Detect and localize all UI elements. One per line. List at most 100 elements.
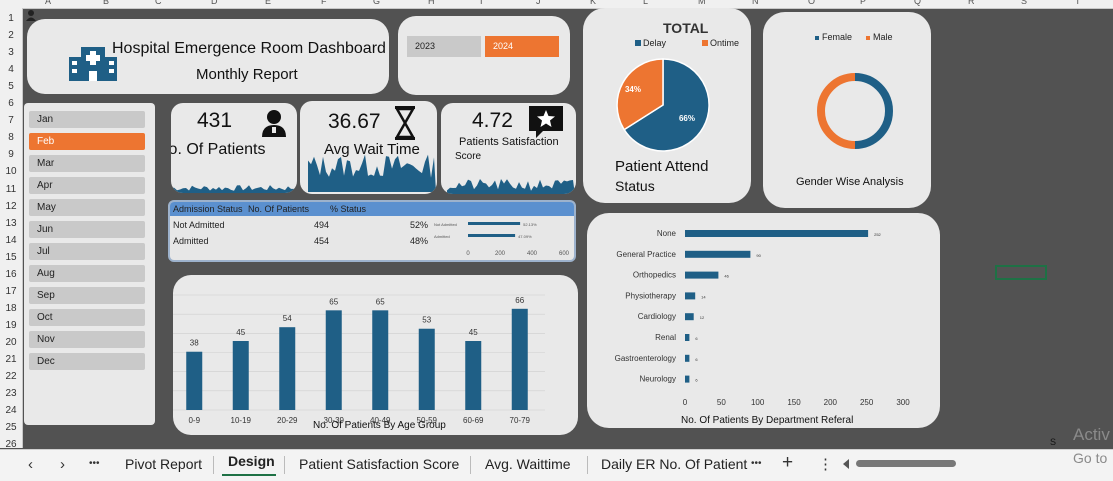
column-header-c[interactable]: C — [155, 0, 162, 6]
row-header-2[interactable]: 2 — [0, 30, 22, 41]
department-category-label: Neurology — [640, 375, 676, 384]
month-button-jun[interactable]: Jun — [29, 221, 145, 238]
chevron-right-icon[interactable]: › — [60, 456, 65, 473]
tab-design[interactable]: Design — [228, 453, 275, 469]
admission-header-patients: No. Of Patients — [248, 204, 310, 214]
row-header-3[interactable]: 3 — [0, 47, 22, 58]
column-header-o[interactable]: O — [808, 0, 815, 6]
column-header-i[interactable]: I — [480, 0, 483, 6]
add-sheet-icon[interactable]: + — [782, 452, 793, 474]
month-button-mar[interactable]: Mar — [29, 155, 145, 172]
select-all-corner[interactable] — [24, 8, 38, 22]
row-header-6[interactable]: 6 — [0, 98, 22, 109]
tab-avg-waittime[interactable]: Avg. Waittime — [485, 456, 571, 472]
admission-bar — [468, 234, 516, 237]
column-header-q[interactable]: Q — [914, 0, 921, 6]
row-header-5[interactable]: 5 — [0, 81, 22, 92]
month-button-sep[interactable]: Sep — [29, 287, 145, 304]
year-2023-button[interactable]: 2023 — [407, 36, 481, 57]
month-button-apr[interactable]: Apr — [29, 177, 145, 194]
row-header-10[interactable]: 10 — [0, 166, 22, 177]
month-button-nov[interactable]: Nov — [29, 331, 145, 348]
legend-ontime: Ontime — [702, 38, 739, 48]
column-header-k[interactable]: K — [590, 0, 596, 6]
row-header-7[interactable]: 7 — [0, 115, 22, 126]
admission-row-patients: 454 — [314, 236, 330, 246]
month-button-feb[interactable]: Feb — [29, 133, 145, 150]
sheet-tab-bar: ‹ › ••• Pivot Report Design Patient Sati… — [0, 449, 1113, 481]
row-header-13[interactable]: 13 — [0, 218, 22, 229]
column-header-s[interactable]: S — [1021, 0, 1027, 6]
column-header-a[interactable]: A — [45, 0, 51, 6]
tab-patient-satisfaction[interactable]: Patient Satisfaction Score — [299, 456, 459, 472]
month-button-dec[interactable]: Dec — [29, 353, 145, 370]
department-card: None 252 General Practice 90 Orthopedics 46 Ph… — [587, 213, 940, 428]
row-header-19[interactable]: 19 — [0, 320, 22, 331]
selected-cell[interactable] — [995, 265, 1047, 280]
row-header-12[interactable]: 12 — [0, 201, 22, 212]
row-header-17[interactable]: 17 — [0, 286, 22, 297]
row-header-11[interactable]: 11 — [0, 184, 22, 195]
department-bar — [685, 271, 719, 279]
admission-row-status: Admitted — [173, 236, 209, 246]
column-header-e[interactable]: E — [265, 0, 271, 6]
dashboard-subtitle: Monthly Report — [196, 66, 298, 83]
column-header-f[interactable]: F — [321, 0, 327, 6]
row-header-18[interactable]: 18 — [0, 303, 22, 314]
column-header-d[interactable]: D — [211, 0, 218, 6]
row-header-23[interactable]: 23 — [0, 388, 22, 399]
age-bar-label: 45 — [469, 328, 478, 337]
donut-segment-female — [854, 73, 893, 149]
row-header-14[interactable]: 14 — [0, 235, 22, 246]
chevron-left-icon[interactable]: ‹ — [28, 456, 33, 473]
tab-divider — [587, 456, 588, 474]
tabs-overflow-right-icon[interactable]: ••• — [751, 458, 762, 469]
column-header-g[interactable]: G — [373, 0, 380, 6]
column-header-bar: A B C D E F G H I J K L M N O P Q R S T — [0, 0, 1113, 9]
row-header-22[interactable]: 22 — [0, 371, 22, 382]
column-header-m[interactable]: M — [698, 0, 706, 6]
month-button-jan[interactable]: Jan — [29, 111, 145, 128]
column-header-h[interactable]: H — [428, 0, 435, 6]
horizontal-scrollbar[interactable] — [856, 460, 956, 467]
row-header-bar: 1 2 3 4 5 6 7 8 9 10 11 12 13 14 15 16 17 18 19 20 21 22 23 24 2… — [0, 8, 23, 450]
column-header-p[interactable]: P — [860, 0, 866, 6]
column-header-b[interactable]: B — [103, 0, 109, 6]
sheet-menu-icon[interactable]: ⋮ — [818, 455, 833, 473]
column-header-j[interactable]: J — [536, 0, 541, 6]
column-header-t[interactable]: T — [1075, 0, 1081, 6]
admission-row-patients: 494 — [314, 220, 330, 230]
kpi-satisfaction-label-score: Score — [455, 151, 482, 162]
admission-bar-category: Admitted — [434, 234, 450, 239]
month-button-may[interactable]: May — [29, 199, 145, 216]
tab-divider — [213, 456, 214, 474]
month-button-oct[interactable]: Oct — [29, 309, 145, 326]
department-chart: None 252 General Practice 90 Orthopedics 46 Ph… — [615, 229, 911, 407]
column-header-l[interactable]: L — [643, 0, 648, 6]
row-header-1[interactable]: 1 — [0, 13, 22, 24]
kpi-satisfaction-label: Patients Satisfaction — [459, 136, 559, 148]
column-header-r[interactable]: R — [968, 0, 975, 6]
row-header-20[interactable]: 20 — [0, 337, 22, 348]
row-header-4[interactable]: 4 — [0, 64, 22, 75]
scroll-left-icon[interactable] — [843, 459, 849, 469]
age-bar — [232, 341, 249, 410]
row-header-9[interactable]: 9 — [0, 149, 22, 160]
row-header-8[interactable]: 8 — [0, 132, 22, 143]
year-2024-button[interactable]: 2024 — [485, 36, 559, 57]
tabs-overflow-left-icon[interactable]: ••• — [89, 458, 100, 469]
month-button-aug[interactable]: Aug — [29, 265, 145, 282]
row-header-16[interactable]: 16 — [0, 269, 22, 280]
row-header-15[interactable]: 15 — [0, 252, 22, 263]
column-header-n[interactable]: N — [752, 0, 759, 6]
row-header-24[interactable]: 24 — [0, 405, 22, 416]
kpi-satisfaction-value: 4.72 — [472, 109, 513, 132]
tab-daily-er[interactable]: Daily ER No. Of Patient — [601, 456, 747, 472]
department-category-label: None — [657, 229, 677, 238]
row-header-25[interactable]: 25 — [0, 422, 22, 433]
row-header-21[interactable]: 21 — [0, 354, 22, 365]
department-category-label: Renal — [655, 333, 676, 342]
tab-pivot-report[interactable]: Pivot Report — [125, 456, 202, 472]
month-button-jul[interactable]: Jul — [29, 243, 145, 260]
star-badge-icon — [529, 106, 563, 138]
